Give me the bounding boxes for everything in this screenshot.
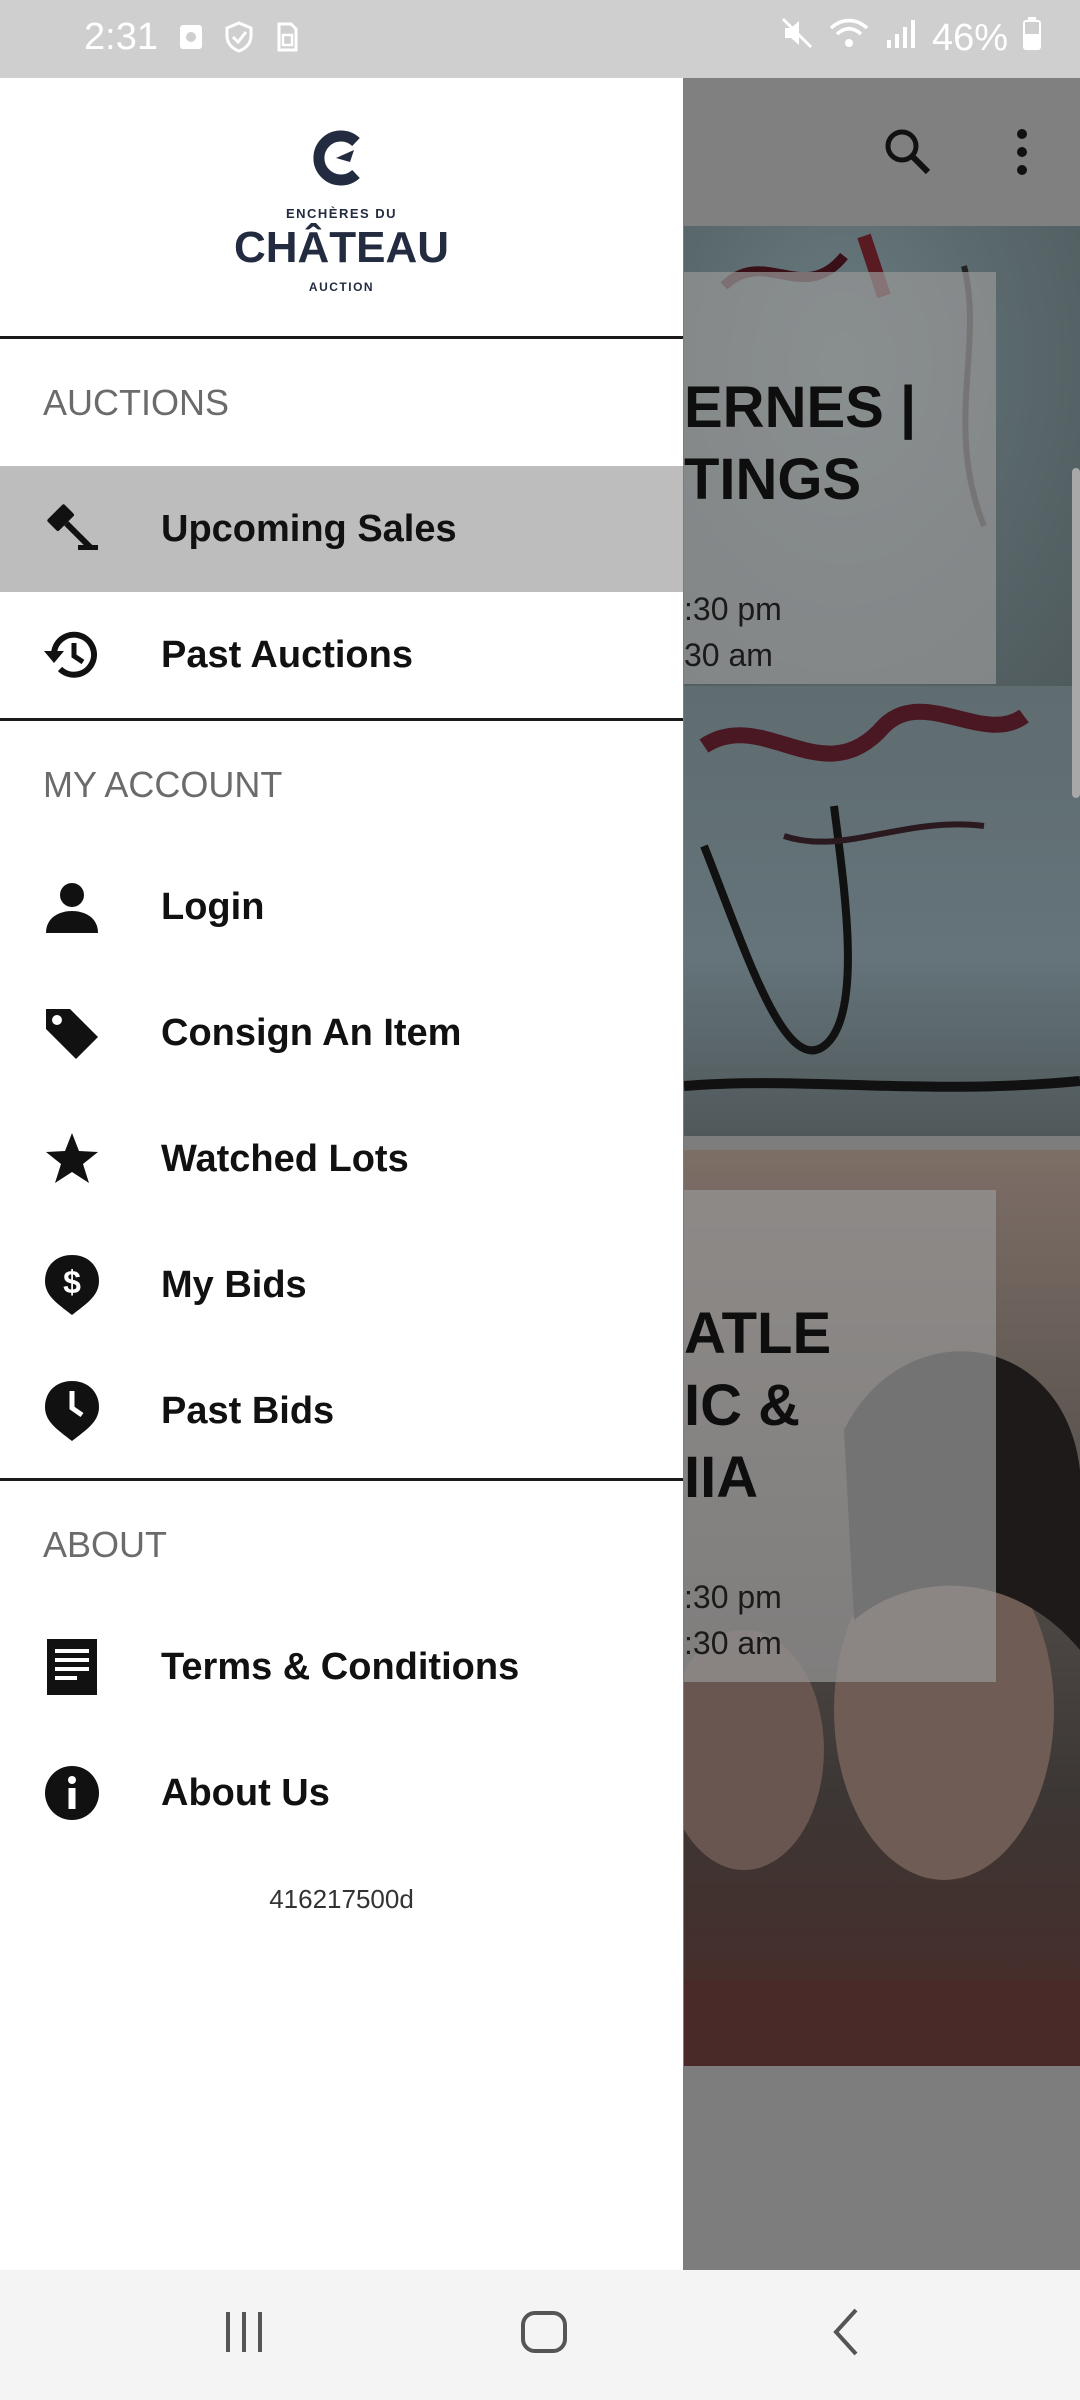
notification-app-icon	[176, 20, 206, 54]
section-header-about: ABOUT	[43, 1524, 168, 1565]
auction-dates: :30 pm 30 am	[684, 591, 782, 673]
divider	[0, 1478, 683, 1481]
home-button[interactable]	[518, 2306, 570, 2363]
auction-title: ATLE IC & IIA	[684, 1301, 832, 1510]
menu-label: My Bids	[161, 1264, 307, 1306]
menu-label: About Us	[161, 1772, 330, 1814]
person-icon	[42, 877, 102, 937]
auction-dates: :30 pm :30 am	[684, 1579, 782, 1661]
menu-label: Past Bids	[161, 1390, 335, 1432]
scrollbar[interactable]	[1072, 468, 1080, 798]
battery-icon	[1022, 16, 1042, 60]
menu-item-my-bids[interactable]: $ My Bids	[0, 1222, 683, 1348]
section-header-auctions: AUCTIONS	[43, 382, 230, 423]
menu-label: Login	[161, 886, 265, 928]
auction-title: ERNES | TINGS	[684, 375, 917, 512]
logo-text-sub: AUCTION	[308, 280, 375, 294]
menu-item-watched-lots[interactable]: Watched Lots	[0, 1096, 683, 1222]
menu-item-past-bids[interactable]: Past Bids	[0, 1348, 683, 1474]
logo-text-main: CHÂTEAU	[233, 223, 450, 272]
logo-mark-icon	[310, 128, 370, 193]
menu-label: Watched Lots	[161, 1138, 409, 1180]
sim-icon	[272, 20, 302, 54]
divider	[0, 718, 683, 721]
menu-item-past-auctions[interactable]: Past Auctions	[0, 592, 683, 718]
logo-text-top: ENCHÈRES DU	[285, 206, 398, 221]
menu-item-login[interactable]: Login	[0, 844, 683, 970]
status-bar: 2:31 46%	[0, 0, 1080, 78]
wifi-icon	[828, 16, 870, 60]
auction-card-info: ATLE IC & IIA :30 pm :30 am	[684, 1190, 996, 1682]
auction-card-info: ERNES | TINGS :30 pm 30 am	[684, 272, 996, 684]
status-time: 2:31	[84, 16, 158, 58]
info-icon	[42, 1763, 102, 1823]
battery-percent: 46%	[931, 16, 1008, 59]
menu-item-terms[interactable]: Terms & Conditions	[0, 1604, 683, 1730]
brand-logo: ENCHÈRES DU CHÂTEAU AUCTION	[0, 78, 683, 338]
search-icon[interactable]	[880, 124, 934, 183]
mute-icon	[780, 16, 814, 60]
history-icon	[42, 625, 102, 685]
app-version: 416217500d	[269, 1884, 414, 1914]
more-vertical-icon[interactable]	[1004, 122, 1040, 187]
menu-label: Upcoming Sales	[161, 508, 457, 550]
recents-button[interactable]	[222, 2306, 266, 2363]
status-notification-icons	[176, 20, 302, 54]
menu-label: Past Auctions	[161, 634, 413, 676]
auction-card-image[interactable]	[684, 686, 1080, 1136]
menu-item-upcoming-sales[interactable]: Upcoming Sales	[0, 466, 683, 592]
navigation-drawer: ENCHÈRES DU CHÂTEAU AUCTION AUCTIONS Upc…	[0, 78, 683, 2270]
svg-text:$: $	[63, 1264, 81, 1300]
clock-pin-icon	[42, 1381, 102, 1441]
menu-label: Consign An Item	[161, 1012, 462, 1054]
document-icon	[42, 1637, 102, 1697]
status-system-icons: 46%	[780, 16, 1042, 60]
divider	[0, 336, 683, 339]
shield-icon	[224, 20, 254, 54]
star-icon	[42, 1129, 102, 1189]
gavel-icon	[42, 499, 102, 559]
system-nav-bar	[0, 2270, 1080, 2400]
dollar-pin-icon: $	[42, 1255, 102, 1315]
menu-item-about-us[interactable]: About Us	[0, 1730, 683, 1856]
tag-icon	[42, 1003, 102, 1063]
menu-label: Terms & Conditions	[161, 1646, 520, 1688]
signal-icon	[884, 16, 918, 60]
back-button[interactable]	[828, 2306, 864, 2363]
menu-item-consign[interactable]: Consign An Item	[0, 970, 683, 1096]
section-header-my-account: MY ACCOUNT	[43, 764, 283, 805]
